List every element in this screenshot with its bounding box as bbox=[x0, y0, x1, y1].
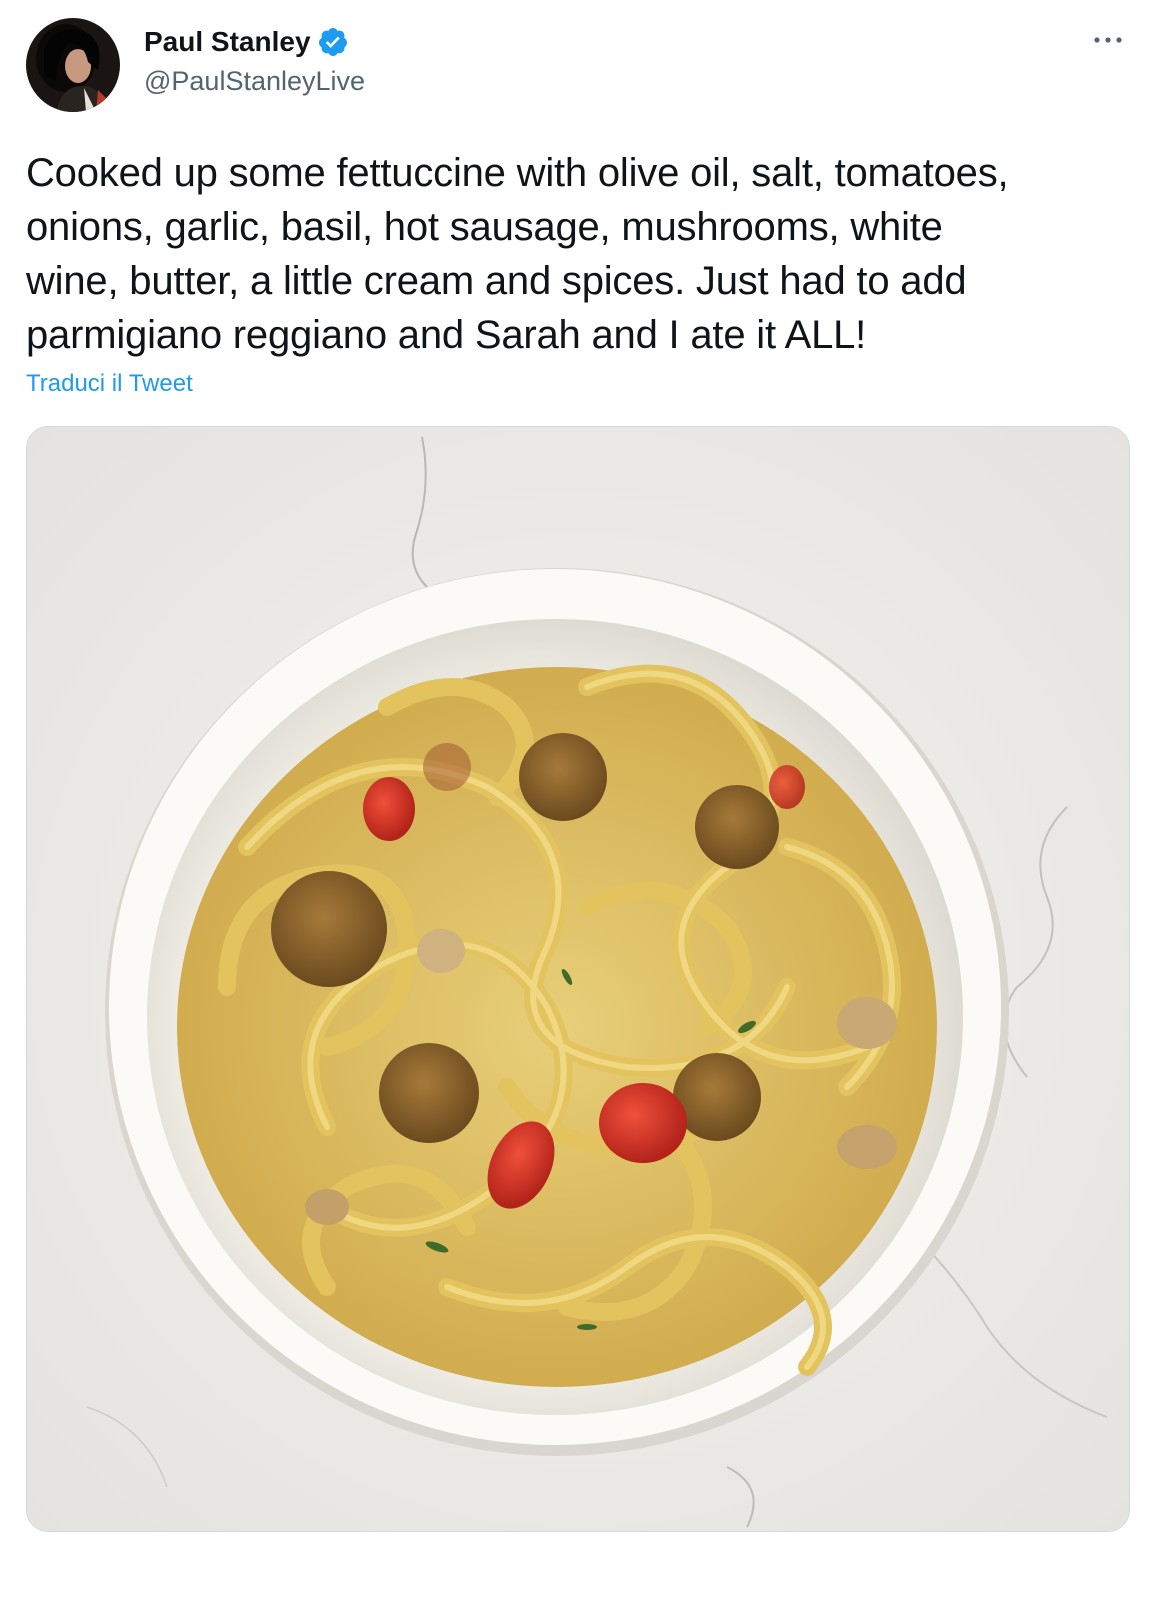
tweet-text: Cooked up some fettuccine with olive oil… bbox=[26, 151, 1009, 357]
author-info: Paul Stanley @PaulStanleyLive bbox=[144, 22, 365, 97]
avatar-image bbox=[26, 18, 120, 112]
tweet-photo[interactable] bbox=[26, 426, 1130, 1532]
more-options-icon[interactable] bbox=[1090, 30, 1126, 50]
author-display-name[interactable]: Paul Stanley bbox=[144, 26, 311, 58]
verified-badge-icon bbox=[317, 26, 349, 58]
author-handle[interactable]: @PaulStanleyLive bbox=[144, 66, 365, 97]
author-avatar[interactable] bbox=[26, 18, 120, 112]
tweet-card: Paul Stanley @PaulStanleyLive Cooked up … bbox=[0, 0, 1168, 1606]
name-row: Paul Stanley bbox=[144, 22, 365, 62]
translate-tweet-link[interactable]: Traduci il Tweet bbox=[26, 370, 193, 398]
pasta-dish-photo bbox=[27, 427, 1129, 1531]
